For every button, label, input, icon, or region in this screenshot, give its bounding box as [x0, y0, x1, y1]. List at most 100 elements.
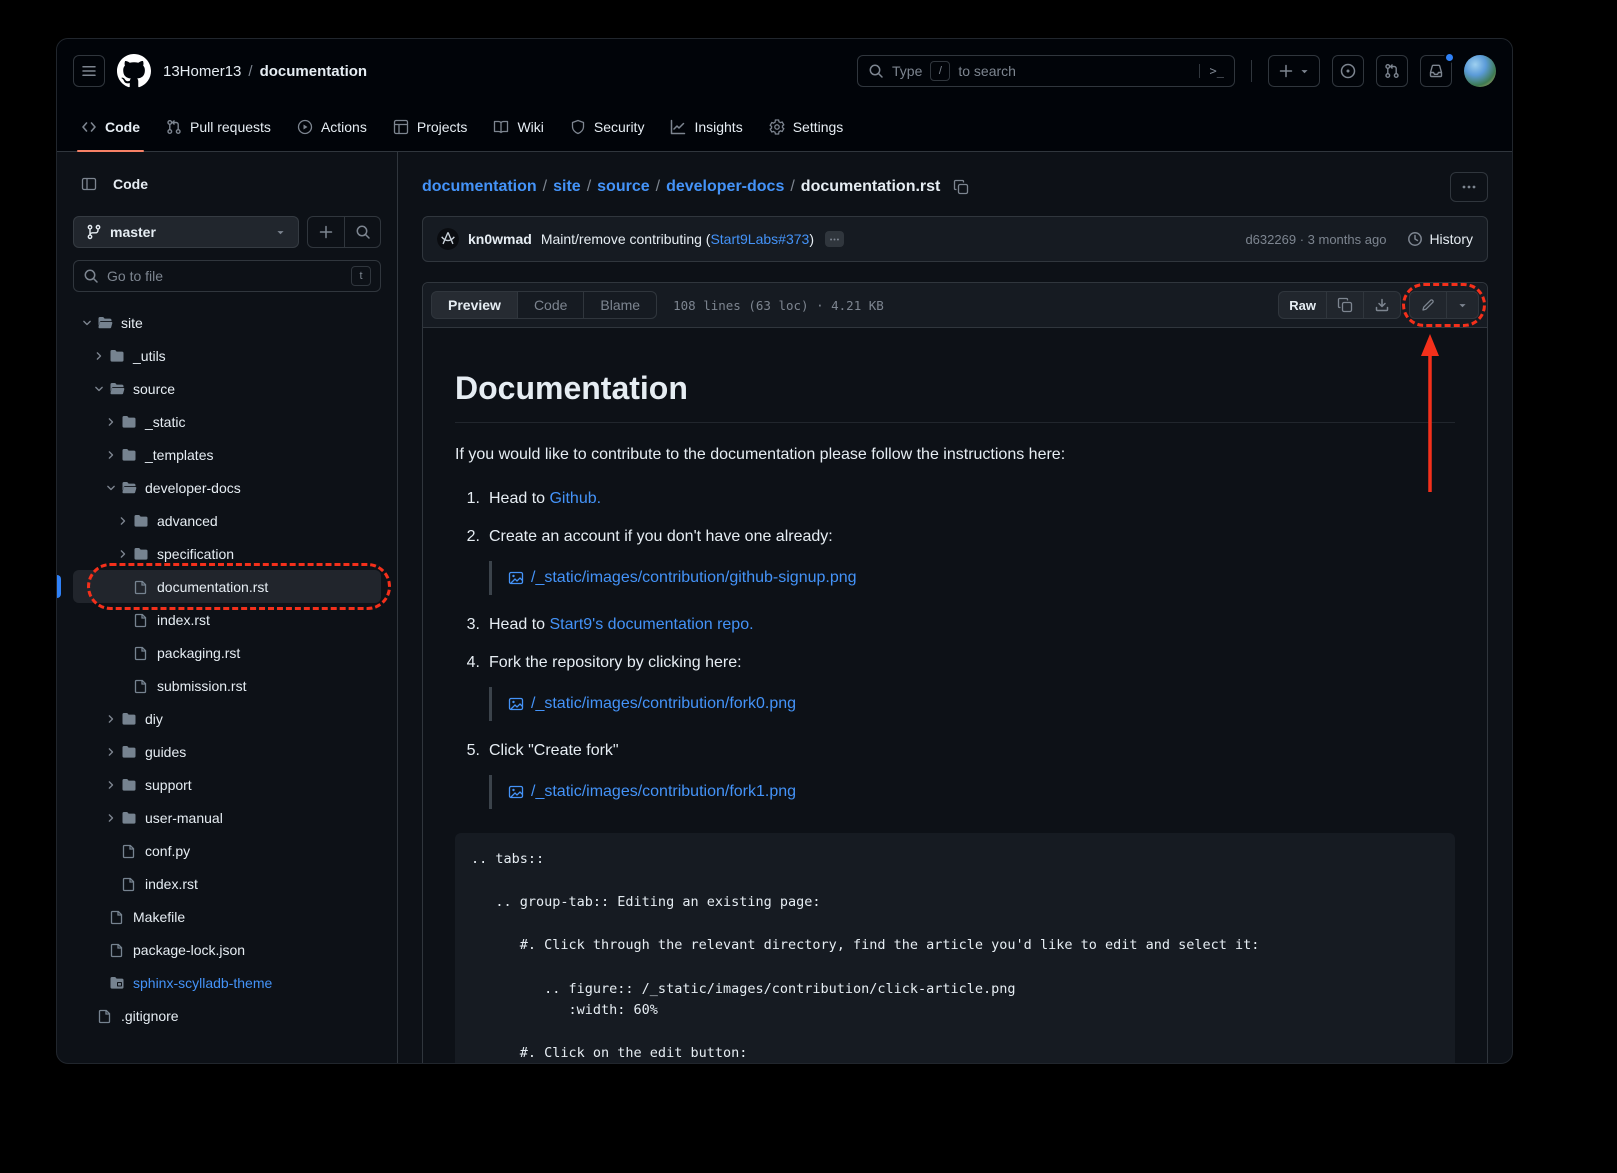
chevron-right-icon[interactable] — [105, 449, 117, 461]
tree-item-site[interactable]: site — [73, 306, 381, 339]
edit-file-button[interactable] — [1410, 292, 1446, 318]
nav-tab-code[interactable]: Code — [69, 103, 152, 151]
chevron-down-icon[interactable] — [81, 317, 93, 329]
breadcrumb-link[interactable]: source — [597, 178, 649, 196]
collapse-sidebar-button[interactable] — [73, 168, 105, 200]
tree-item-documentation.rst[interactable]: documentation.rst — [73, 570, 381, 603]
hamburger-menu-button[interactable] — [73, 55, 105, 87]
github-logo-icon[interactable] — [117, 54, 151, 88]
copy-raw-button[interactable] — [1326, 292, 1363, 318]
view-tab-blame[interactable]: Blame — [583, 292, 656, 318]
doc-link[interactable]: Github. — [549, 490, 601, 507]
commit-message-link[interactable]: Start9Labs#373 — [710, 231, 809, 247]
copy-path-button[interactable] — [948, 174, 974, 200]
chevron-right-icon[interactable] — [93, 350, 105, 362]
image-alt-link[interactable]: /_static/images/contribution/fork0.png — [531, 692, 796, 716]
chevron-right-icon[interactable] — [117, 548, 129, 560]
branch-selector[interactable]: master — [73, 216, 299, 248]
doc-link[interactable]: Start9's documentation repo. — [549, 616, 753, 633]
chevron-right-icon[interactable] — [105, 812, 117, 824]
list-text: Create an account if you don't have one … — [489, 528, 833, 545]
tree-item-packaging.rst[interactable]: packaging.rst — [73, 636, 381, 669]
create-new-button[interactable] — [1268, 55, 1320, 87]
pull-requests-button[interactable] — [1376, 55, 1408, 87]
nav-tab-settings[interactable]: Settings — [757, 103, 856, 151]
nav-tab-insights[interactable]: Insights — [658, 103, 754, 151]
image-alt-link[interactable]: /_static/images/contribution/github-sign… — [531, 566, 857, 590]
tree-item-_templates[interactable]: _templates — [73, 438, 381, 471]
chevron-right-icon[interactable] — [117, 515, 129, 527]
folder-icon — [109, 348, 125, 364]
tree-item-advanced[interactable]: advanced — [73, 504, 381, 537]
list-item-body: Click "Create fork"/_static/images/contr… — [489, 739, 1455, 813]
commit-sha-link[interactable]: d632269 — [1245, 232, 1296, 247]
tree-item-index.rst[interactable]: index.rst — [73, 603, 381, 636]
breadcrumb-link[interactable]: site — [553, 178, 581, 196]
tree-item-guides[interactable]: guides — [73, 735, 381, 768]
commit-author-avatar[interactable] — [437, 228, 459, 250]
tree-item-.gitignore[interactable]: .gitignore — [73, 999, 381, 1032]
chevron-down-icon[interactable] — [93, 383, 105, 395]
tree-item-specification[interactable]: specification — [73, 537, 381, 570]
global-search-input[interactable]: Type / to search >_ — [857, 55, 1235, 87]
repo-name-link[interactable]: documentation — [260, 63, 368, 80]
view-tab-preview[interactable]: Preview — [432, 292, 517, 318]
download-raw-button[interactable] — [1363, 292, 1400, 318]
tree-item-diy[interactable]: diy — [73, 702, 381, 735]
folder-icon — [133, 513, 149, 529]
commit-author[interactable]: kn0wmad — [468, 231, 532, 247]
nav-tab-wiki[interactable]: Wiki — [481, 103, 555, 151]
expand-commit-message-button[interactable] — [825, 231, 844, 247]
chevron-right-icon[interactable] — [105, 713, 117, 725]
tree-item-_static[interactable]: _static — [73, 405, 381, 438]
chevron-down-icon[interactable] — [105, 482, 117, 494]
search-tree-button[interactable] — [344, 217, 380, 247]
list-marker: 1. — [463, 487, 489, 511]
history-clock-icon — [1407, 231, 1423, 247]
tree-item-support[interactable]: support — [73, 768, 381, 801]
chevron-down-icon — [1457, 300, 1468, 311]
tree-item-user-manual[interactable]: user-manual — [73, 801, 381, 834]
image-alt-link[interactable]: /_static/images/contribution/fork1.png — [531, 780, 796, 804]
view-tab-code[interactable]: Code — [517, 292, 583, 318]
tree-item-label: index.rst — [145, 876, 198, 892]
nav-tab-security[interactable]: Security — [558, 103, 657, 151]
breadcrumb-link[interactable]: documentation — [422, 178, 537, 196]
go-to-file-input[interactable]: Go to file t — [73, 260, 381, 292]
tree-item-submission.rst[interactable]: submission.rst — [73, 669, 381, 702]
tree-item-package-lock.json[interactable]: package-lock.json — [73, 933, 381, 966]
tree-item-conf.py[interactable]: conf.py — [73, 834, 381, 867]
file-meta: 108 lines (63 loc) · 4.21 KB — [673, 298, 884, 313]
nav-tab-projects[interactable]: Projects — [381, 103, 480, 151]
tree-item-source[interactable]: source — [73, 372, 381, 405]
chevron-right-icon[interactable] — [105, 779, 117, 791]
edit-dropdown-button[interactable] — [1446, 292, 1478, 318]
commit-message-suffix: ) — [809, 231, 814, 247]
repo-owner-link[interactable]: 13Homer13 — [163, 63, 241, 80]
nav-tab-pull-requests[interactable]: Pull requests — [154, 103, 283, 151]
raw-button[interactable]: Raw — [1279, 292, 1326, 318]
add-file-button[interactable] — [308, 217, 344, 247]
file-icon — [109, 942, 125, 958]
branch-name: master — [110, 224, 156, 240]
history-button[interactable]: History — [1407, 231, 1473, 247]
issues-button[interactable] — [1332, 55, 1364, 87]
user-avatar[interactable] — [1464, 55, 1496, 87]
breadcrumb-link[interactable]: developer-docs — [666, 178, 784, 196]
tree-item-sphinx-scylladb-theme[interactable]: sphinx-scylladb-theme — [73, 966, 381, 999]
list-item-body: Fork the repository by clicking here:/_s… — [489, 651, 1455, 725]
more-options-button[interactable] — [1450, 172, 1488, 202]
list-item-body: Head to Github. — [489, 487, 1455, 511]
tree-item-label: _templates — [145, 447, 213, 463]
inbox-button[interactable] — [1420, 55, 1452, 87]
command-palette-icon[interactable]: >_ — [1199, 64, 1224, 78]
chevron-right-icon[interactable] — [105, 416, 117, 428]
folder-icon — [121, 744, 137, 760]
list-item-body: Head to Start9's documentation repo. — [489, 613, 1455, 637]
tree-item-Makefile[interactable]: Makefile — [73, 900, 381, 933]
chevron-right-icon[interactable] — [105, 746, 117, 758]
tree-item-developer-docs[interactable]: developer-docs — [73, 471, 381, 504]
nav-tab-actions[interactable]: Actions — [285, 103, 379, 151]
tree-item-index.rst[interactable]: index.rst — [73, 867, 381, 900]
tree-item-_utils[interactable]: _utils — [73, 339, 381, 372]
